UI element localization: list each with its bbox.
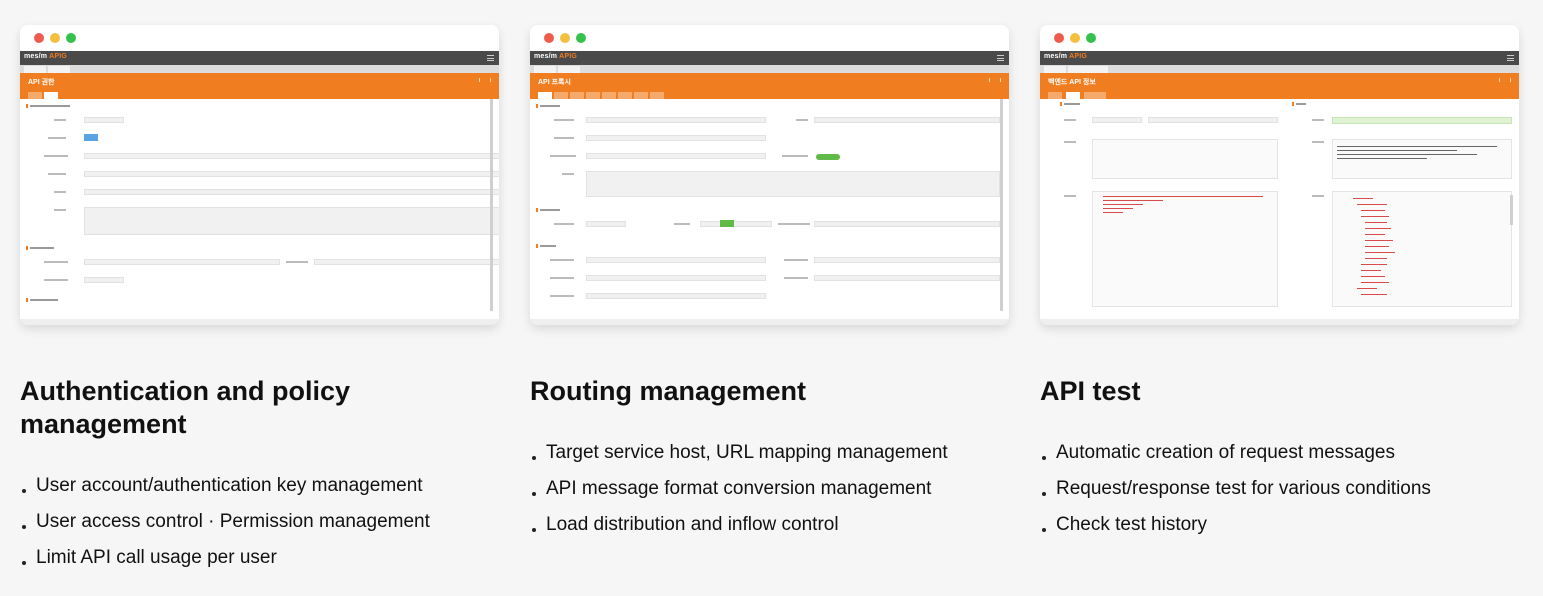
feature-bullets: Automatic creation of request messages R… — [1040, 435, 1519, 543]
tab-strip — [20, 65, 499, 73]
bullet-item: Limit API call usage per user — [20, 540, 499, 576]
feature-heading: Routing management — [530, 376, 807, 406]
hamburger-menu-icon — [997, 55, 1004, 61]
feature-heading: Authentication and policy management — [20, 376, 351, 439]
maximize-dot-icon — [1086, 33, 1096, 43]
hamburger-menu-icon — [487, 55, 494, 61]
pager-arrows-icon — [479, 78, 491, 82]
bullet-item: User account/authentication key manageme… — [20, 468, 499, 504]
minimize-dot-icon — [560, 33, 570, 43]
close-dot-icon — [1054, 33, 1064, 43]
app-logo: mes/m APIG — [24, 53, 67, 60]
window-titlebar — [1040, 25, 1519, 51]
hamburger-menu-icon — [1507, 55, 1514, 61]
app-header: mes/m APIG — [1040, 51, 1519, 65]
feature-bullets: Target service host, URL mapping managem… — [530, 435, 1009, 543]
app-header: mes/m APIG — [20, 51, 499, 65]
form-body — [24, 99, 499, 319]
sub-tabs — [530, 91, 1009, 99]
maximize-dot-icon — [576, 33, 586, 43]
close-dot-icon — [544, 33, 554, 43]
screenshot-api-test: mes/m APIG 백엔드 API 정보 — [1040, 25, 1519, 325]
minimize-dot-icon — [50, 33, 60, 43]
page-title: 백엔드 API 정보 — [1048, 79, 1096, 86]
bullet-item: API message format conversion management — [530, 471, 1009, 507]
screenshot-auth-policy: mes/m APIG API 권한 — [20, 25, 499, 325]
page-header: 백엔드 API 정보 — [1040, 73, 1519, 91]
tab-strip — [1040, 65, 1519, 73]
app-logo: mes/m APIG — [1044, 53, 1087, 60]
bullet-item: Automatic creation of request messages — [1040, 435, 1519, 471]
pager-arrows-icon — [1499, 78, 1511, 82]
window-titlebar — [20, 25, 499, 51]
app-footer — [530, 319, 1009, 325]
bullet-item: Load distribution and inflow control — [530, 507, 1009, 543]
bullet-item: Check test history — [1040, 507, 1519, 543]
form-body — [1044, 99, 1515, 319]
bullet-item: Request/response test for various condit… — [1040, 471, 1519, 507]
feature-bullets: User account/authentication key manageme… — [20, 468, 499, 576]
window-titlebar — [530, 25, 1009, 51]
form-body — [534, 99, 1005, 319]
sub-tabs — [1040, 91, 1519, 99]
app-header: mes/m APIG — [530, 51, 1009, 65]
bullet-item: User access control · Permission managem… — [20, 504, 499, 540]
page-title: API 프록시 — [538, 79, 571, 86]
feature-card-auth: mes/m APIG API 권한 Authentication and pol… — [20, 25, 499, 568]
app-footer — [20, 319, 499, 325]
pager-arrows-icon — [989, 78, 1001, 82]
bullet-item: Target service host, URL mapping managem… — [530, 435, 1009, 471]
page-header: API 권한 — [20, 73, 499, 91]
page-header: API 프록시 — [530, 73, 1009, 91]
app-logo: mes/m APIG — [534, 53, 577, 60]
feature-card-routing: mes/m APIG API 프록시 Routing management Ta… — [530, 25, 1009, 535]
sub-tabs — [20, 91, 499, 99]
page-title: API 권한 — [28, 79, 55, 86]
feature-heading: API test — [1040, 376, 1141, 406]
minimize-dot-icon — [1070, 33, 1080, 43]
maximize-dot-icon — [66, 33, 76, 43]
app-footer — [1040, 319, 1519, 325]
tab-strip — [530, 65, 1009, 73]
close-dot-icon — [34, 33, 44, 43]
screenshot-routing: mes/m APIG API 프록시 — [530, 25, 1009, 325]
feature-card-api-test: mes/m APIG 백엔드 API 정보 API test Automatic… — [1040, 25, 1519, 535]
